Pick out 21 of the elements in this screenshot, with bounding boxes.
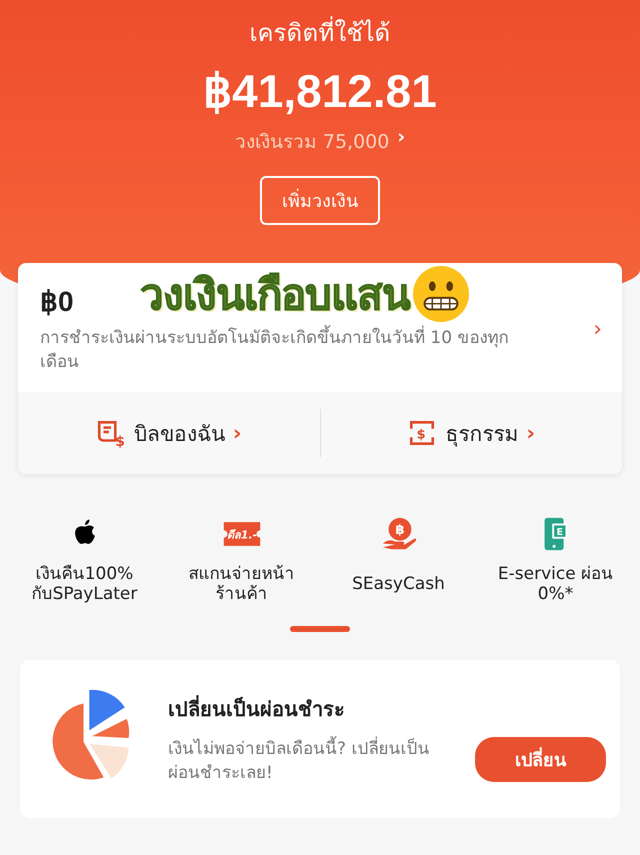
bill-link[interactable]: $ บิลของฉัน ›: [18, 416, 320, 450]
bill-amount: ฿0: [40, 285, 74, 318]
chevron-icon: ›: [526, 421, 536, 445]
link-label: บิลของฉัน: [134, 420, 225, 448]
promo-text: เงินไม่พอจ่ายบิลเดือนนี้? เปลี่ยนเป็นผ่อนชำระเลย!: [168, 737, 451, 785]
page-indicator[interactable]: [290, 626, 350, 632]
shortcut-item[interactable]: ดีล1.- สแกนจ่ายหน้า ร้านค้า: [163, 514, 320, 604]
autopay-note: การชำระเงินผ่านระบบอัตโนมัติจะเกิดขึ้นภายในวันที่ 10 ของทุกเดือน: [40, 326, 510, 374]
switch-button[interactable]: เปลี่ยน: [475, 736, 606, 782]
chevron-icon[interactable]: ›: [593, 317, 602, 342]
shortcut-item[interactable]: ฿ SEasyCash: [320, 514, 477, 604]
link-label: ธุรกรรม: [445, 420, 518, 449]
credit-title: เครดิตที่ใช้ได้: [250, 18, 390, 48]
shortcut-item[interactable]: เงินคืน100% กับSPayLater: [6, 514, 163, 604]
chevron-icon: ›: [397, 126, 406, 156]
bill-link[interactable]: $ ธุรกรรม ›: [320, 416, 622, 450]
sticker-caption: วงเงินเกือบแสน: [140, 269, 410, 321]
available-credit-amount: ฿41,812.81: [203, 64, 437, 118]
chevron-icon: ›: [232, 421, 242, 445]
promo-title: เปลี่ยนเป็นผ่อนชำระ: [168, 694, 346, 723]
shortcut-item[interactable]: E E-service ผ่อน 0%*: [477, 514, 634, 604]
